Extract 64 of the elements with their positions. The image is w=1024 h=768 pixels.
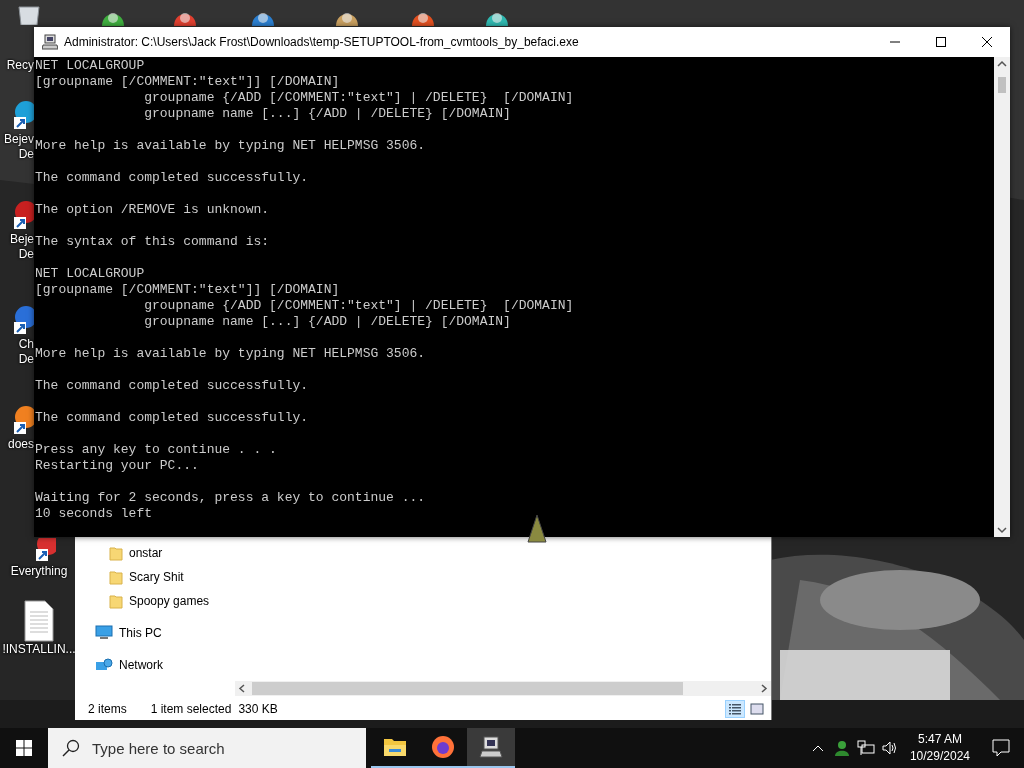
search-icon (62, 739, 80, 757)
clock[interactable]: 5:47 AM 10/29/2024 (901, 731, 978, 765)
nav-item[interactable]: onstar (109, 541, 210, 565)
icon-label: De (18, 247, 34, 262)
console-line: NET LOCALGROUP (35, 58, 145, 74)
folder-icon (383, 737, 407, 757)
vertical-scrollbar[interactable] (994, 57, 1010, 537)
console-line: The command completed successfully. (35, 170, 309, 186)
selection-info: 1 item selected (150, 702, 232, 716)
network-icon (95, 657, 113, 673)
nav-item[interactable]: Spoopy games (109, 589, 210, 613)
taskbar-app-button[interactable] (467, 728, 515, 768)
search-field[interactable]: Type here to search (48, 728, 366, 768)
icon-label: Recy (6, 58, 34, 73)
document-icon[interactable] (23, 600, 55, 642)
computer-icon (479, 735, 503, 759)
icon-label: De (18, 352, 34, 367)
console-line: The syntax of this command is: (35, 234, 270, 250)
list-icon (728, 703, 742, 715)
icon-label: !INSTALLIN... (2, 642, 76, 657)
console-line: groupname name [...] {/ADD | /DELETE} [/DOMAIN] (143, 106, 511, 122)
horizontal-scrollbar[interactable] (235, 681, 771, 696)
console-line: Waiting for 2 seconds, press a key to continue ... (35, 490, 426, 506)
maximize-icon (935, 36, 947, 48)
icon-label: Everything (10, 564, 68, 579)
console-line: groupname {/ADD [/COMMENT:"text"] | /DELETE} [/DOMAIN] (143, 298, 574, 314)
cursor-icon (527, 514, 547, 544)
scroll-thumb[interactable] (998, 77, 1006, 93)
console-line: groupname {/ADD [/COMMENT:"text"] | /DELETE} [/DOMAIN] (143, 90, 574, 106)
console-line: More help is available by typing NET HELPMSG 3506. (35, 346, 426, 362)
window-title: Administrator: C:\Users\Jack Frost\Downloads\temp-SETUPTOOL-from_cvmtools_by_befaci.exe (64, 35, 580, 49)
computer-icon (42, 34, 58, 50)
folder-icon (109, 545, 123, 561)
console-line: 10 seconds left (35, 506, 153, 522)
icon-label: does (7, 437, 34, 452)
recycle-bin-icon[interactable] (18, 5, 40, 25)
icon-label: Ch (18, 337, 34, 352)
console-line: [groupname [/COMMENT:"text"]] [/DOMAIN] (35, 282, 340, 298)
folder-icon (109, 593, 123, 609)
file-size: 330 KB (238, 702, 278, 716)
console-line: NET LOCALGROUP (35, 266, 145, 282)
large-icons-view-button[interactable] (747, 700, 767, 718)
console-line: Restarting your PC... (35, 458, 199, 474)
monitor-icon (95, 625, 113, 641)
console-line: groupname name [...] {/ADD | /DELETE} [/DOMAIN] (143, 314, 511, 330)
nav-item[interactable]: This PC (95, 621, 210, 645)
tile-icon (750, 703, 764, 715)
console-line: [groupname [/COMMENT:"text"]] [/DOMAIN] (35, 74, 340, 90)
console-line: The option /REMOVE is unknown. (35, 202, 270, 218)
console-line: The command completed successfully. (35, 410, 309, 426)
folder-icon (109, 569, 123, 585)
close-icon (981, 36, 993, 48)
icon-label: Bejev (3, 132, 34, 147)
nav-item[interactable]: Scary Shit (109, 565, 210, 589)
console-line: The command completed successfully. (35, 378, 309, 394)
icon-label: Beje (9, 232, 34, 247)
console-line: Press any key to continue . . . (35, 442, 277, 458)
icon-label: De (18, 147, 34, 162)
console-line: More help is available by typing NET HELPMSG 3506. (35, 138, 426, 154)
windows-logo-icon (16, 740, 32, 756)
details-view-button[interactable] (725, 700, 745, 718)
item-count: 2 items (88, 702, 127, 716)
nav-item[interactable]: Network (95, 653, 210, 677)
scroll-thumb[interactable] (252, 682, 683, 695)
